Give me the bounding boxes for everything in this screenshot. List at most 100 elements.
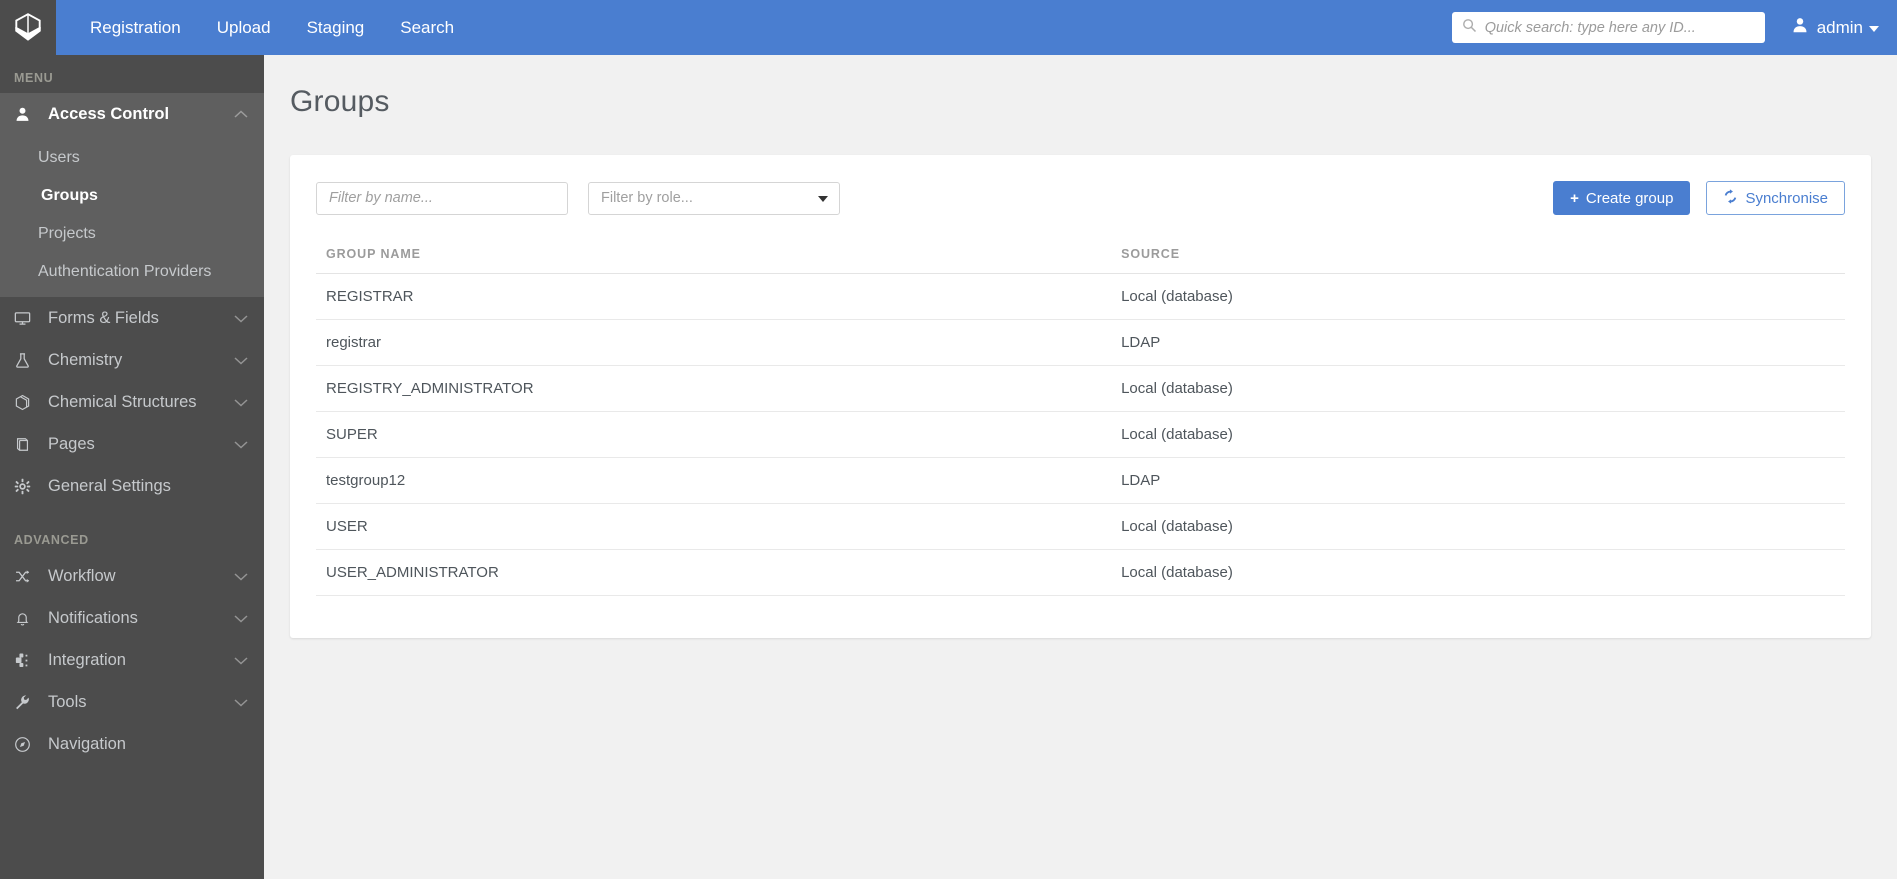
table-row[interactable]: REGISTRAR Local (database) <box>316 274 1845 320</box>
chevron-down-icon <box>234 609 248 628</box>
chevron-down-icon <box>234 309 248 328</box>
sidebar-item-integration[interactable]: Integration <box>0 639 264 681</box>
cell-group-name: USER_ADMINISTRATOR <box>316 550 1111 596</box>
table-header-row: GROUP NAME SOURCE <box>316 239 1845 274</box>
wrench-icon <box>14 694 38 711</box>
sidebar-item-tools[interactable]: Tools <box>0 681 264 723</box>
flask-icon <box>14 352 38 369</box>
sidebar-item-navigation[interactable]: Navigation <box>0 723 264 765</box>
cell-group-name: REGISTRY_ADMINISTRATOR <box>316 366 1111 412</box>
nav-link-registration[interactable]: Registration <box>72 0 199 55</box>
primary-nav-links: Registration Upload Staging Search <box>72 0 472 55</box>
sidebar-item-authentication-providers[interactable]: Authentication Providers <box>0 253 264 291</box>
table-row[interactable]: testgroup12 LDAP <box>316 458 1845 504</box>
sidebar-item-chemical-structures[interactable]: Chemical Structures <box>0 381 264 423</box>
filter-by-role-select[interactable]: Filter by role... <box>588 182 840 215</box>
cell-source: Local (database) <box>1111 550 1845 596</box>
create-group-label: Create group <box>1586 190 1674 207</box>
user-name-label: admin <box>1817 18 1863 38</box>
chevron-down-icon <box>234 567 248 586</box>
sidebar-item-forms-and-fields[interactable]: Forms & Fields <box>0 297 264 339</box>
cell-group-name: REGISTRAR <box>316 274 1111 320</box>
sidebar-item-notifications[interactable]: Notifications <box>0 597 264 639</box>
cell-source: Local (database) <box>1111 504 1845 550</box>
plus-icon: + <box>1570 190 1579 207</box>
groups-toolbar: Filter by role... + Create group <box>316 181 1845 215</box>
sidebar-item-label: General Settings <box>48 477 248 496</box>
sidebar-section-advanced: ADVANCED <box>0 507 264 555</box>
nav-link-search[interactable]: Search <box>382 0 472 55</box>
groups-card: Filter by role... + Create group <box>290 155 1871 638</box>
sidebar-item-label: Access Control <box>48 105 234 124</box>
groups-table-body: REGISTRAR Local (database) registrar LDA… <box>316 274 1845 596</box>
chevron-down-icon <box>234 351 248 370</box>
sidebar-item-label: Notifications <box>48 609 234 628</box>
bell-icon <box>14 610 38 627</box>
nav-right-group: admin <box>1452 12 1897 43</box>
cell-group-name: SUPER <box>316 412 1111 458</box>
sidebar-item-groups[interactable]: Groups <box>0 177 264 215</box>
sidebar-item-label: Pages <box>48 435 234 454</box>
shuffle-icon <box>14 568 38 585</box>
cell-group-name: testgroup12 <box>316 458 1111 504</box>
table-row[interactable]: registrar LDAP <box>316 320 1845 366</box>
column-header-source: SOURCE <box>1111 239 1845 274</box>
sidebar-item-label: Forms & Fields <box>48 309 234 328</box>
sidebar-submenu-access-control: Users Groups Projects Authentication Pro… <box>0 135 264 297</box>
cell-source: LDAP <box>1111 458 1845 504</box>
synchronise-button[interactable]: Synchronise <box>1706 181 1845 215</box>
search-icon <box>1462 18 1477 38</box>
caret-down-icon <box>1869 26 1879 32</box>
sidebar: MENU Access Control Users Groups Project… <box>0 55 264 879</box>
sidebar-item-label: Chemical Structures <box>48 393 234 412</box>
sidebar-item-label: Navigation <box>48 735 248 754</box>
sidebar-section-menu: MENU <box>0 55 264 93</box>
user-menu[interactable]: admin <box>1791 16 1879 39</box>
table-row[interactable]: REGISTRY_ADMINISTRATOR Local (database) <box>316 366 1845 412</box>
create-group-button[interactable]: + Create group <box>1553 181 1690 215</box>
sidebar-item-access-control[interactable]: Access Control <box>0 93 264 135</box>
toolbar-actions: + Create group Synchronise <box>1553 181 1845 215</box>
filter-by-name-input[interactable] <box>316 182 568 215</box>
refresh-icon <box>1723 189 1745 208</box>
sidebar-item-users[interactable]: Users <box>0 139 264 177</box>
user-icon <box>1791 16 1809 39</box>
groups-table-head: GROUP NAME SOURCE <box>316 239 1845 274</box>
sidebar-item-chemistry[interactable]: Chemistry <box>0 339 264 381</box>
nav-link-staging[interactable]: Staging <box>289 0 383 55</box>
table-row[interactable]: SUPER Local (database) <box>316 412 1845 458</box>
gear-icon <box>14 478 38 495</box>
table-row[interactable]: USER Local (database) <box>316 504 1845 550</box>
page-title: Groups <box>264 55 1897 119</box>
monitor-icon <box>14 310 38 327</box>
sidebar-item-pages[interactable]: Pages <box>0 423 264 465</box>
cell-group-name: registrar <box>316 320 1111 366</box>
compass-icon <box>14 736 38 753</box>
column-header-group-name: GROUP NAME <box>316 239 1111 274</box>
chevron-down-icon <box>234 393 248 412</box>
sidebar-item-workflow[interactable]: Workflow <box>0 555 264 597</box>
search-input[interactable] <box>1477 12 1765 43</box>
app-logo[interactable] <box>0 0 56 55</box>
puzzle-icon <box>14 652 38 669</box>
sidebar-item-projects[interactable]: Projects <box>0 215 264 253</box>
filter-by-role-wrapper: Filter by role... <box>588 182 840 215</box>
synchronise-label: Synchronise <box>1745 190 1828 207</box>
groups-table: GROUP NAME SOURCE REGISTRAR Local (datab… <box>316 239 1845 596</box>
quick-search-box[interactable] <box>1452 12 1765 43</box>
cell-source: LDAP <box>1111 320 1845 366</box>
main-content: Groups Filter by role... + Create group <box>264 55 1897 879</box>
sidebar-item-label: Workflow <box>48 567 234 586</box>
hexagon-icon <box>14 394 38 411</box>
chevron-down-icon <box>234 651 248 670</box>
chevron-down-icon <box>234 693 248 712</box>
table-row[interactable]: USER_ADMINISTRATOR Local (database) <box>316 550 1845 596</box>
top-navigation-bar: Registration Upload Staging Search admin <box>0 0 1897 55</box>
sidebar-item-label: Tools <box>48 693 234 712</box>
cell-source: Local (database) <box>1111 274 1845 320</box>
sidebar-item-general-settings[interactable]: General Settings <box>0 465 264 507</box>
nav-link-upload[interactable]: Upload <box>199 0 289 55</box>
cell-source: Local (database) <box>1111 366 1845 412</box>
chevron-down-icon <box>234 435 248 454</box>
sidebar-item-label: Chemistry <box>48 351 234 370</box>
